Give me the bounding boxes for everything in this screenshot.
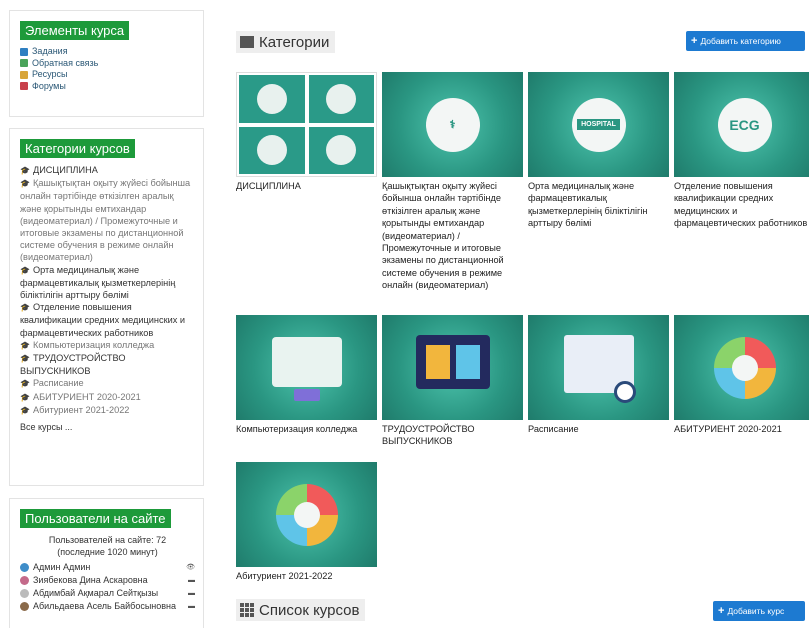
- add-icon: +: [691, 35, 698, 47]
- online-user-row[interactable]: Админ Админ 👁: [20, 561, 195, 574]
- online-user-row[interactable]: Зиябекова Дина Аскаровна ▬: [20, 574, 195, 587]
- category-card[interactable]: ECG Отделение повышения квалификации сре…: [674, 72, 809, 230]
- course-categories-title: Категории курсов: [20, 139, 135, 158]
- graduation-cap-icon: 🎓: [20, 379, 30, 389]
- course-list-heading: Список курсов: [236, 599, 366, 621]
- add-category-button[interactable]: + Добавить категорию: [686, 31, 805, 51]
- online-users-title: Пользователи на сайте: [20, 509, 171, 528]
- category-link-employment[interactable]: 🎓 ТРУДОУСТРОЙСТВО ВЫПУСКНИКОВ: [20, 352, 195, 377]
- graduation-cap-icon: 🎓: [20, 340, 30, 350]
- category-link-computerization[interactable]: 🎓 Компьютеризация колледжа: [20, 339, 195, 352]
- category-card-title[interactable]: Расписание: [528, 423, 669, 435]
- clock-icon: [614, 381, 636, 403]
- assignment-icon: [20, 47, 28, 56]
- folder-icon: [240, 36, 254, 48]
- categories-heading: Категории: [236, 31, 336, 53]
- graduation-cap-icon: 🎓: [20, 166, 30, 175]
- forum-icon: [20, 82, 28, 91]
- graduation-cap-icon: 🎓: [20, 303, 30, 313]
- element-forums-link[interactable]: Форумы: [20, 81, 195, 93]
- category-card-image: ⚕: [382, 72, 523, 177]
- category-card[interactable]: Компьютеризация колледжа: [236, 315, 377, 435]
- graduation-cap-icon: 🎓: [20, 354, 30, 364]
- category-card-image: [382, 315, 523, 420]
- category-card-title[interactable]: Орта медициналық және фармацевтикалық қы…: [528, 180, 669, 230]
- course-categories-block: Категории курсов 🎓 ДИСЦИПЛИНА 🎓 Қашықтықта…: [9, 128, 204, 486]
- online-user-row[interactable]: Абильдаева Асель Байбосыновна ▬: [20, 600, 195, 613]
- element-resources-link[interactable]: Ресурсы: [20, 69, 195, 81]
- avatar: [20, 589, 29, 598]
- category-card-image: [236, 462, 377, 567]
- category-card-title[interactable]: ДИСЦИПЛИНА: [236, 180, 377, 192]
- avatar: [20, 602, 29, 611]
- category-card-image: ECG: [674, 72, 809, 177]
- fetus-icon: [256, 135, 287, 166]
- category-card[interactable]: АБИТУРИЕНТ 2020-2021: [674, 315, 809, 435]
- element-assignments-link[interactable]: Задания: [20, 46, 195, 58]
- online-user-row[interactable]: Абдимбай Ақмарал Сейтқызы ▬: [20, 587, 195, 600]
- avatar: [20, 576, 29, 585]
- online-users-summary: Пользователей на сайте: 72 (последние 10…: [48, 535, 167, 557]
- category-link-applicant-2021[interactable]: 🎓 Абитуриент 2021-2022: [20, 404, 195, 417]
- category-card-title[interactable]: АБИТУРИЕНТ 2020-2021: [674, 423, 809, 435]
- category-card-title[interactable]: Компьютеризация колледжа: [236, 423, 377, 435]
- category-link-qualification-ru[interactable]: 🎓 Отделение повышения квалификации средни…: [20, 301, 195, 339]
- category-card-title[interactable]: Абитуриент 2021-2022: [236, 570, 377, 582]
- message-icon[interactable]: ▬: [181, 587, 195, 600]
- category-link-applicant-2020[interactable]: 🎓 АБИТУРИЕНТ 2020-2021: [20, 391, 195, 404]
- category-card[interactable]: ⚕ Қашықтықтан оқыту жүйесі бойынша онлай…: [382, 72, 523, 292]
- computer-illustration-icon: [272, 337, 342, 387]
- category-card[interactable]: HOSPITAL Орта медициналық және фармацевт…: [528, 72, 669, 230]
- graduation-cap-icon: 🎓: [20, 179, 30, 189]
- hide-eye-icon[interactable]: 👁: [181, 561, 195, 574]
- category-card-image: [236, 315, 377, 420]
- category-card-image: [236, 72, 377, 177]
- graduate-icon: [294, 502, 320, 528]
- category-card[interactable]: ДИСЦИПЛИНА: [236, 72, 377, 192]
- graduation-cap-icon: 🎓: [20, 265, 30, 275]
- category-card[interactable]: ТРУДОУСТРОЙСТВО ВЫПУСКНИКОВ: [382, 315, 523, 448]
- caduceus-icon: ⚕: [425, 97, 480, 152]
- graduation-cap-icon: 🎓: [20, 405, 30, 415]
- add-course-button[interactable]: + Добавить курс: [713, 601, 805, 621]
- resource-icon: [20, 70, 28, 79]
- course-elements-title: Элементы курса: [20, 21, 130, 40]
- category-card-image: HOSPITAL: [528, 72, 669, 177]
- pills-icon: [326, 135, 357, 166]
- category-card-title[interactable]: Қашықтықтан оқыту жүйесі бойынша онлайн …: [382, 180, 523, 292]
- all-courses-link[interactable]: Все курсы ...: [20, 421, 195, 433]
- add-icon: +: [718, 605, 725, 617]
- graduate-icon: [732, 355, 758, 381]
- doctor-icon: [256, 83, 287, 114]
- feedback-icon: [20, 59, 28, 68]
- avatar: [20, 563, 29, 572]
- category-card-image: [528, 315, 669, 420]
- hospital-sign-icon: HOSPITAL: [571, 97, 626, 152]
- message-icon[interactable]: ▬: [181, 600, 195, 613]
- graduation-cap-icon: 🎓: [20, 392, 30, 402]
- category-link-exams[interactable]: 🎓 Қашықтықтан оқыту жүйесі бойынша онлайн…: [20, 177, 195, 263]
- category-link-qualification-kz[interactable]: 🎓 Орта медициналық және фармацевтикалық қ…: [20, 264, 195, 302]
- online-users-block: Пользователи на сайте Пользователей на с…: [9, 498, 204, 628]
- category-card-title[interactable]: Отделение повышения квалификации средних…: [674, 180, 809, 230]
- grid-icon: [240, 603, 254, 617]
- ecg-heart-icon: ECG: [717, 97, 772, 152]
- ambulance-icon: [326, 83, 357, 114]
- category-card[interactable]: Расписание: [528, 315, 669, 435]
- message-icon[interactable]: ▬: [181, 574, 195, 587]
- course-elements-block: Элементы курса Задания Обратная связь Ре…: [9, 10, 204, 117]
- category-card[interactable]: Абитуриент 2021-2022: [236, 462, 377, 582]
- element-feedback-link[interactable]: Обратная связь: [20, 58, 195, 70]
- category-card-title[interactable]: ТРУДОУСТРОЙСТВО ВЫПУСКНИКОВ: [382, 423, 523, 448]
- category-link-schedule[interactable]: 🎓 Расписание: [20, 377, 195, 390]
- category-card-image: [674, 315, 809, 420]
- category-link-discipline[interactable]: 🎓 ДИСЦИПЛИНА: [20, 164, 195, 177]
